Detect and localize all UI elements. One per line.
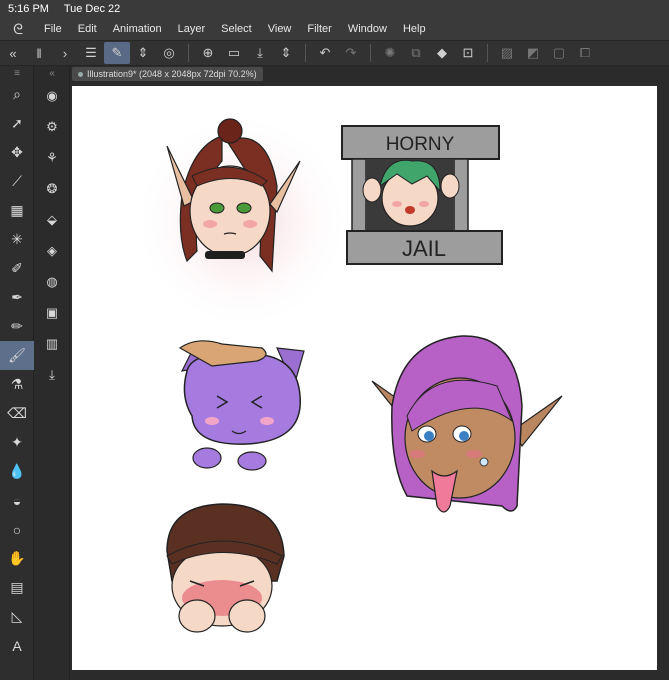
operation-icon[interactable]: ➚ <box>0 109 34 138</box>
app-logo-icon[interactable]: ᘓ <box>0 21 36 38</box>
zoom-icon[interactable]: ⌕ <box>0 80 34 109</box>
redo-icon[interactable]: ↷ <box>338 42 364 64</box>
toolbar-separator <box>487 44 488 62</box>
fill-icon[interactable]: ◒ <box>0 486 34 515</box>
open-folder-icon[interactable]: ▭ <box>221 42 247 64</box>
loading-spinner-icon[interactable]: ✺ <box>377 42 403 64</box>
sub-brush-2-icon[interactable]: ⚘ <box>34 142 70 173</box>
pink-hair-elf-sticker <box>371 335 563 513</box>
hamburger-menu-icon[interactable]: ☰ <box>78 42 104 64</box>
menu-view[interactable]: View <box>260 23 300 35</box>
clear-selection-icon[interactable]: ▨ <box>494 42 520 64</box>
airbrush-icon[interactable]: ⚗ <box>0 370 34 399</box>
status-date: Tue Dec 22 <box>63 3 121 15</box>
menu-bar: ᘓ File Edit Animation Layer Select View … <box>0 18 669 40</box>
move-icon[interactable]: ✥ <box>0 138 34 167</box>
operation-object-icon[interactable]: ◉ <box>34 80 70 111</box>
eyedropper-icon[interactable]: ⟋ <box>0 167 34 196</box>
layers-icon[interactable]: ◈ <box>34 235 70 266</box>
brush-icon[interactable]: 🖌 <box>0 341 34 370</box>
elf-girl-sticker <box>132 111 352 331</box>
toolbar-separator <box>370 44 371 62</box>
material-icon[interactable]: ◎ <box>156 42 182 64</box>
ruler-icon[interactable]: ◺ <box>0 602 34 631</box>
navigator-icon[interactable]: ◍ <box>34 266 70 297</box>
menu-select[interactable]: Select <box>213 23 260 35</box>
menu-window[interactable]: Window <box>340 23 395 35</box>
expand-right-icon[interactable]: › <box>52 42 78 64</box>
menu-file[interactable]: File <box>36 23 70 35</box>
menu-filter[interactable]: Filter <box>299 23 339 35</box>
sub-brush-3-icon[interactable]: ❂ <box>34 173 70 204</box>
purple-cat-sticker <box>178 340 305 471</box>
tab-status-dot <box>78 72 83 78</box>
gradient-icon[interactable]: ▦ <box>0 196 34 225</box>
blend-icon[interactable]: 💧 <box>0 457 34 486</box>
menu-animation[interactable]: Animation <box>105 23 170 35</box>
artwork: HORNY JAIL <box>132 111 563 633</box>
pencil-icon[interactable]: ✏ <box>0 312 34 341</box>
status-time: 5:16 PM <box>8 3 49 15</box>
blushing-boy-sticker <box>166 503 285 633</box>
layer-stack-icon[interactable]: ⧉ <box>403 42 429 64</box>
menu-help[interactable]: Help <box>395 23 434 35</box>
hand-icon[interactable]: ✋ <box>0 544 34 573</box>
sub-tool-palette: « ◉ ⚙ ⚘ ❂ ⬙ ◈ ◍ ▣ ▥ ⤓ <box>34 66 70 680</box>
sub-brush-4-icon[interactable]: ⬙ <box>34 204 70 235</box>
transform-icon[interactable]: ⊡ <box>455 42 481 64</box>
menu-layer[interactable]: Layer <box>170 23 214 35</box>
up-down-toggle-icon-2[interactable]: ⇕ <box>273 42 299 64</box>
crop-selection-icon[interactable]: ▢ <box>546 42 572 64</box>
more-icon[interactable]: ⧠ <box>572 42 598 64</box>
horny-label: HORNY <box>386 134 455 155</box>
edit-layer-icon[interactable]: ✎ <box>104 42 130 64</box>
import-icon[interactable]: ⤓ <box>34 359 70 390</box>
decoration-icon[interactable]: ✦ <box>0 428 34 457</box>
text-icon[interactable]: A <box>0 631 34 660</box>
toolbar-separator <box>305 44 306 62</box>
horny-jail-sticker: HORNY JAIL <box>341 125 503 265</box>
panel-grip-icon[interactable]: ‖ <box>26 42 52 64</box>
tool-palette: ≡ ⌕ ➚ ✥ ⟋ ▦ ✳ ✐ ✒ ✏ 🖌 ⚗ ⌫ ✦ 💧 ◒ ○ ✋ ▤ ◺ … <box>0 66 34 680</box>
frame-icon[interactable]: ▤ <box>0 573 34 602</box>
new-canvas-icon[interactable]: ⊕ <box>195 42 221 64</box>
toolbar-separator <box>188 44 189 62</box>
up-down-toggle-icon[interactable]: ⇕ <box>130 42 156 64</box>
lasso-fill-icon[interactable]: ✐ <box>0 254 34 283</box>
collapse-arrows-icon[interactable]: « <box>34 66 70 80</box>
palette-menu-icon[interactable]: ≡ <box>0 66 34 80</box>
document-tab[interactable]: Illustration9* (2048 x 2048px 72dpi 70.2… <box>72 67 263 81</box>
menu-edit[interactable]: Edit <box>70 23 105 35</box>
magic-wand-icon[interactable]: ✳ <box>0 225 34 254</box>
pen-icon[interactable]: ✒ <box>0 283 34 312</box>
eraser-icon[interactable]: ⌫ <box>0 399 34 428</box>
undo-icon[interactable]: ↶ <box>312 42 338 64</box>
ios-status-bar: 5:16 PM Tue Dec 22 <box>0 0 669 18</box>
collapse-left-icon[interactable]: « <box>0 42 26 64</box>
grid-icon[interactable]: ▣ <box>34 297 70 328</box>
fill-bucket-icon[interactable]: ◆ <box>429 42 455 64</box>
sub-brush-1-icon[interactable]: ⚙ <box>34 111 70 142</box>
film-icon[interactable]: ▥ <box>34 328 70 359</box>
document-tab-bar: Illustration9* (2048 x 2048px 72dpi 70.2… <box>70 66 669 82</box>
invert-selection-icon[interactable]: ◩ <box>520 42 546 64</box>
drawing-canvas[interactable]: HORNY JAIL <box>72 86 657 670</box>
shape-icon[interactable]: ○ <box>0 515 34 544</box>
command-bar: « ‖ › ☰ ✎ ⇕ ◎ ⊕ ▭ ⤓ ⇕ ↶ ↷ ✺ ⧉ ◆ ⊡ ▨ ◩ ▢ … <box>0 40 669 66</box>
document-tab-label: Illustration9* (2048 x 2048px 72dpi 70.2… <box>87 69 257 79</box>
jail-label: JAIL <box>402 236 446 261</box>
export-icon[interactable]: ⤓ <box>247 42 273 64</box>
